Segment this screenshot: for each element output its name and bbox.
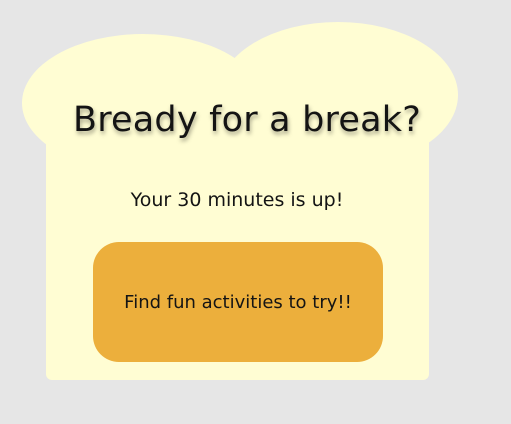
timer-message: Your 30 minutes is up!: [130, 189, 344, 211]
find-activities-button[interactable]: Find fun activities to try!!: [93, 242, 383, 362]
break-headline: Bready for a break?: [73, 100, 421, 140]
bread-toast-card: Bready for a break? Your 30 minutes is u…: [0, 0, 511, 424]
